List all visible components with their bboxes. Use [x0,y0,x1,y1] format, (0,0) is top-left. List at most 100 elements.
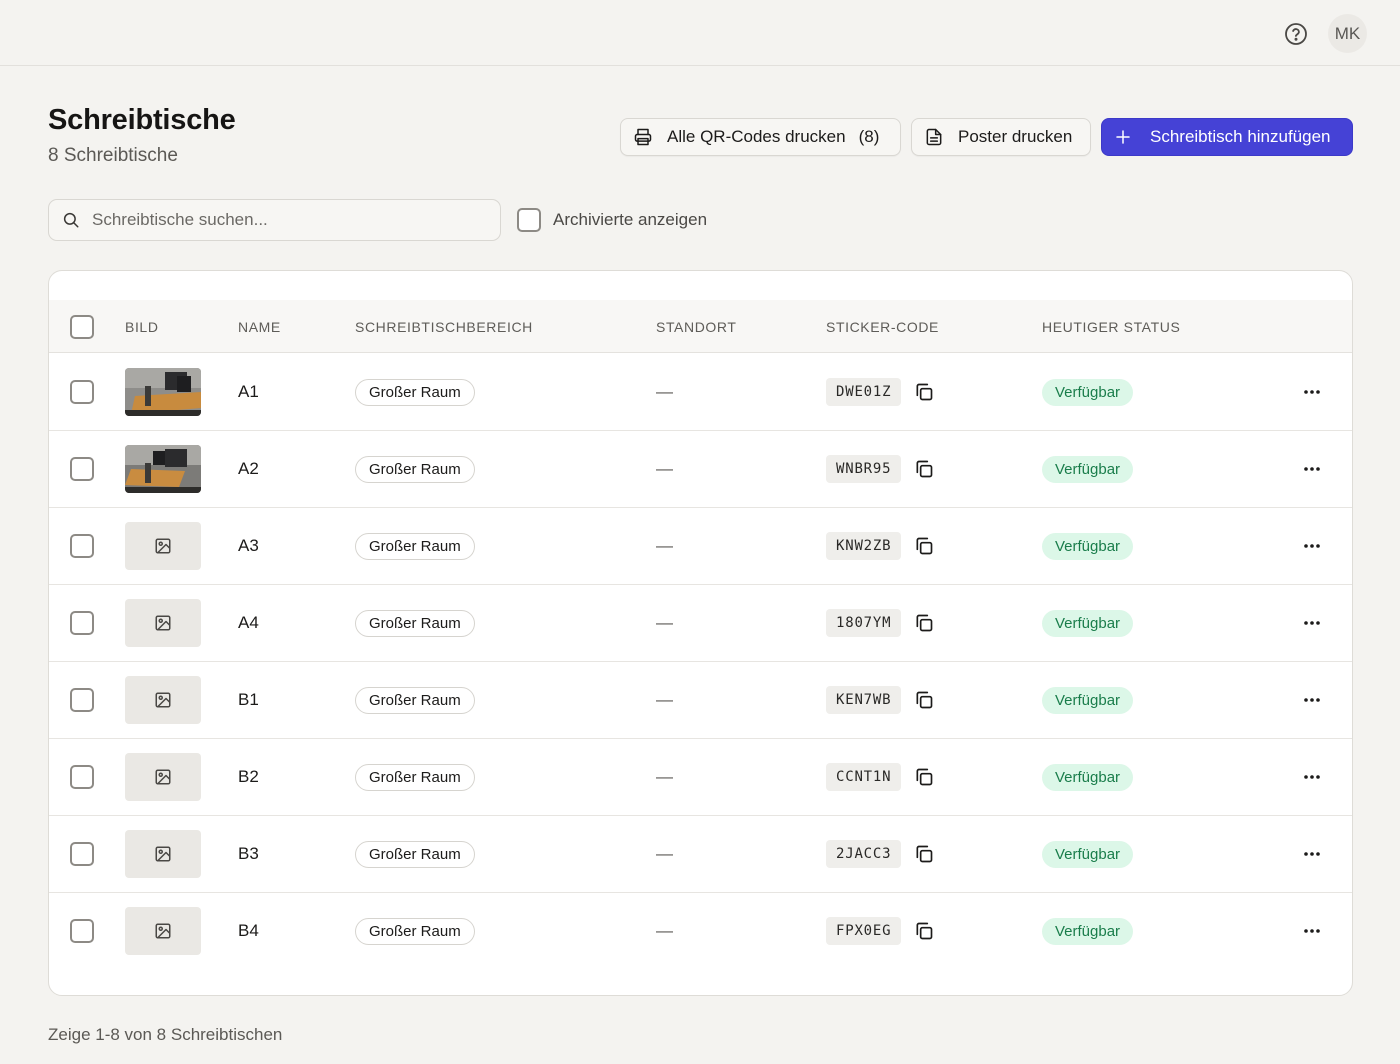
column-header-location[interactable]: STANDORT [656,319,737,335]
more-horizontal-icon [1303,620,1321,626]
row-actions-button[interactable] [1299,688,1325,712]
top-bar: MK [0,0,1400,66]
copy-icon [914,690,934,710]
status-badge: Verfügbar [1042,456,1134,483]
desk-name[interactable]: B3 [238,844,259,864]
qr-code-count: (8) [858,127,880,146]
desk-image[interactable] [125,907,201,955]
add-desk-label: Schreibtisch hinzufügen [1150,127,1331,146]
row-actions-button[interactable] [1299,919,1325,943]
print-poster-label: Poster drucken [958,127,1073,146]
desk-name[interactable]: A2 [238,459,259,479]
copy-code-button[interactable] [913,535,935,557]
row-actions-button[interactable] [1299,611,1325,635]
desk-image[interactable] [125,368,201,416]
row-checkbox[interactable] [70,457,94,481]
table-row[interactable]: B1 Großer Raum — KEN7WB Verfügbar [49,662,1352,739]
print-all-qr-codes-label: Alle QR-Codes drucken [667,127,846,146]
desk-location: — [656,767,673,786]
user-avatar[interactable]: MK [1328,14,1367,53]
copy-code-button[interactable] [913,766,935,788]
row-checkbox[interactable] [70,688,94,712]
more-horizontal-icon [1303,697,1321,703]
row-checkbox[interactable] [70,842,94,866]
row-actions-button[interactable] [1299,842,1325,866]
copy-code-button[interactable] [913,381,935,403]
copy-code-button[interactable] [913,612,935,634]
show-archived-toggle[interactable]: Archivierte anzeigen [517,208,707,232]
row-checkbox[interactable] [70,611,94,635]
desk-name[interactable]: A4 [238,613,259,633]
desk-image[interactable] [125,676,201,724]
row-checkbox[interactable] [70,534,94,558]
more-horizontal-icon [1303,774,1321,780]
desk-area-chip: Großer Raum [355,687,475,714]
row-actions-button[interactable] [1299,765,1325,789]
column-header-desk-area[interactable]: SCHREIBTISCHBEREICH [355,319,533,335]
desk-image[interactable] [125,522,201,570]
help-circle-icon [1284,22,1307,45]
desk-name[interactable]: A3 [238,536,259,556]
sticker-code: FPX0EG [826,917,902,945]
desk-name[interactable]: B4 [238,921,259,941]
desk-location: — [656,536,673,555]
table-row[interactable]: A1 Großer Raum — DWE01Z Verfügbar [49,354,1352,431]
copy-icon [914,844,934,864]
column-header-todays-status[interactable]: HEUTIGER STATUS [1042,319,1180,335]
search-input[interactable] [92,210,472,230]
status-badge: Verfügbar [1042,610,1134,637]
table-row[interactable]: A4 Großer Raum — 1807YM Verfügbar [49,585,1352,662]
table-row[interactable]: A3 Großer Raum — KNW2ZB Verfügbar [49,508,1352,585]
image-icon [154,922,172,940]
sticker-code: WNBR95 [826,455,902,483]
print-all-qr-codes-button[interactable]: Alle QR-Codes drucken (8) [620,118,901,156]
desk-image[interactable] [125,830,201,878]
copy-icon [914,921,934,941]
copy-code-button[interactable] [913,689,935,711]
desks-table: BILD NAME SCHREIBTISCHBEREICH STANDORT S… [48,270,1353,996]
desk-name[interactable]: A1 [238,382,259,402]
show-archived-checkbox[interactable] [517,208,541,232]
column-header-sticker-code[interactable]: STICKER-CODE [826,319,939,335]
row-checkbox[interactable] [70,380,94,404]
desk-image[interactable] [125,599,201,647]
table-row[interactable]: B4 Großer Raum — FPX0EG Verfügbar [49,893,1352,970]
copy-icon [914,382,934,402]
copy-code-button[interactable] [913,843,935,865]
row-checkbox[interactable] [70,919,94,943]
print-poster-button[interactable]: Poster drucken [911,118,1091,156]
status-badge: Verfügbar [1042,841,1134,868]
desk-location: — [656,844,673,863]
column-header-name[interactable]: NAME [238,319,281,335]
pagination-summary: Zeige 1-8 von 8 Schreibtischen [48,1025,283,1044]
desk-location: — [656,921,673,940]
desk-image[interactable] [125,445,201,493]
desk-name[interactable]: B2 [238,767,259,787]
table-row[interactable]: B3 Großer Raum — 2JACC3 Verfügbar [49,816,1352,893]
desk-name[interactable]: B1 [238,690,259,710]
help-button[interactable] [1283,21,1308,46]
desk-photo [125,368,201,416]
row-checkbox[interactable] [70,765,94,789]
plus-icon [1114,128,1132,146]
table-row[interactable]: B2 Großer Raum — CCNT1N Verfügbar [49,739,1352,816]
document-icon [924,127,944,147]
status-badge: Verfügbar [1042,918,1134,945]
search-icon [62,211,80,229]
desk-image[interactable] [125,753,201,801]
status-badge: Verfügbar [1042,379,1134,406]
copy-code-button[interactable] [913,920,935,942]
row-actions-button[interactable] [1299,380,1325,404]
select-all-checkbox[interactable] [70,315,94,339]
desk-area-chip: Großer Raum [355,918,475,945]
desk-photo [125,445,201,493]
copy-icon [914,767,934,787]
desk-area-chip: Großer Raum [355,379,475,406]
row-actions-button[interactable] [1299,457,1325,481]
add-desk-button[interactable]: Schreibtisch hinzufügen [1101,118,1353,156]
table-row[interactable]: A2 Großer Raum — WNBR95 Verfügbar [49,431,1352,508]
copy-code-button[interactable] [913,458,935,480]
row-actions-button[interactable] [1299,534,1325,558]
desk-area-chip: Großer Raum [355,456,475,483]
copy-icon [914,613,934,633]
